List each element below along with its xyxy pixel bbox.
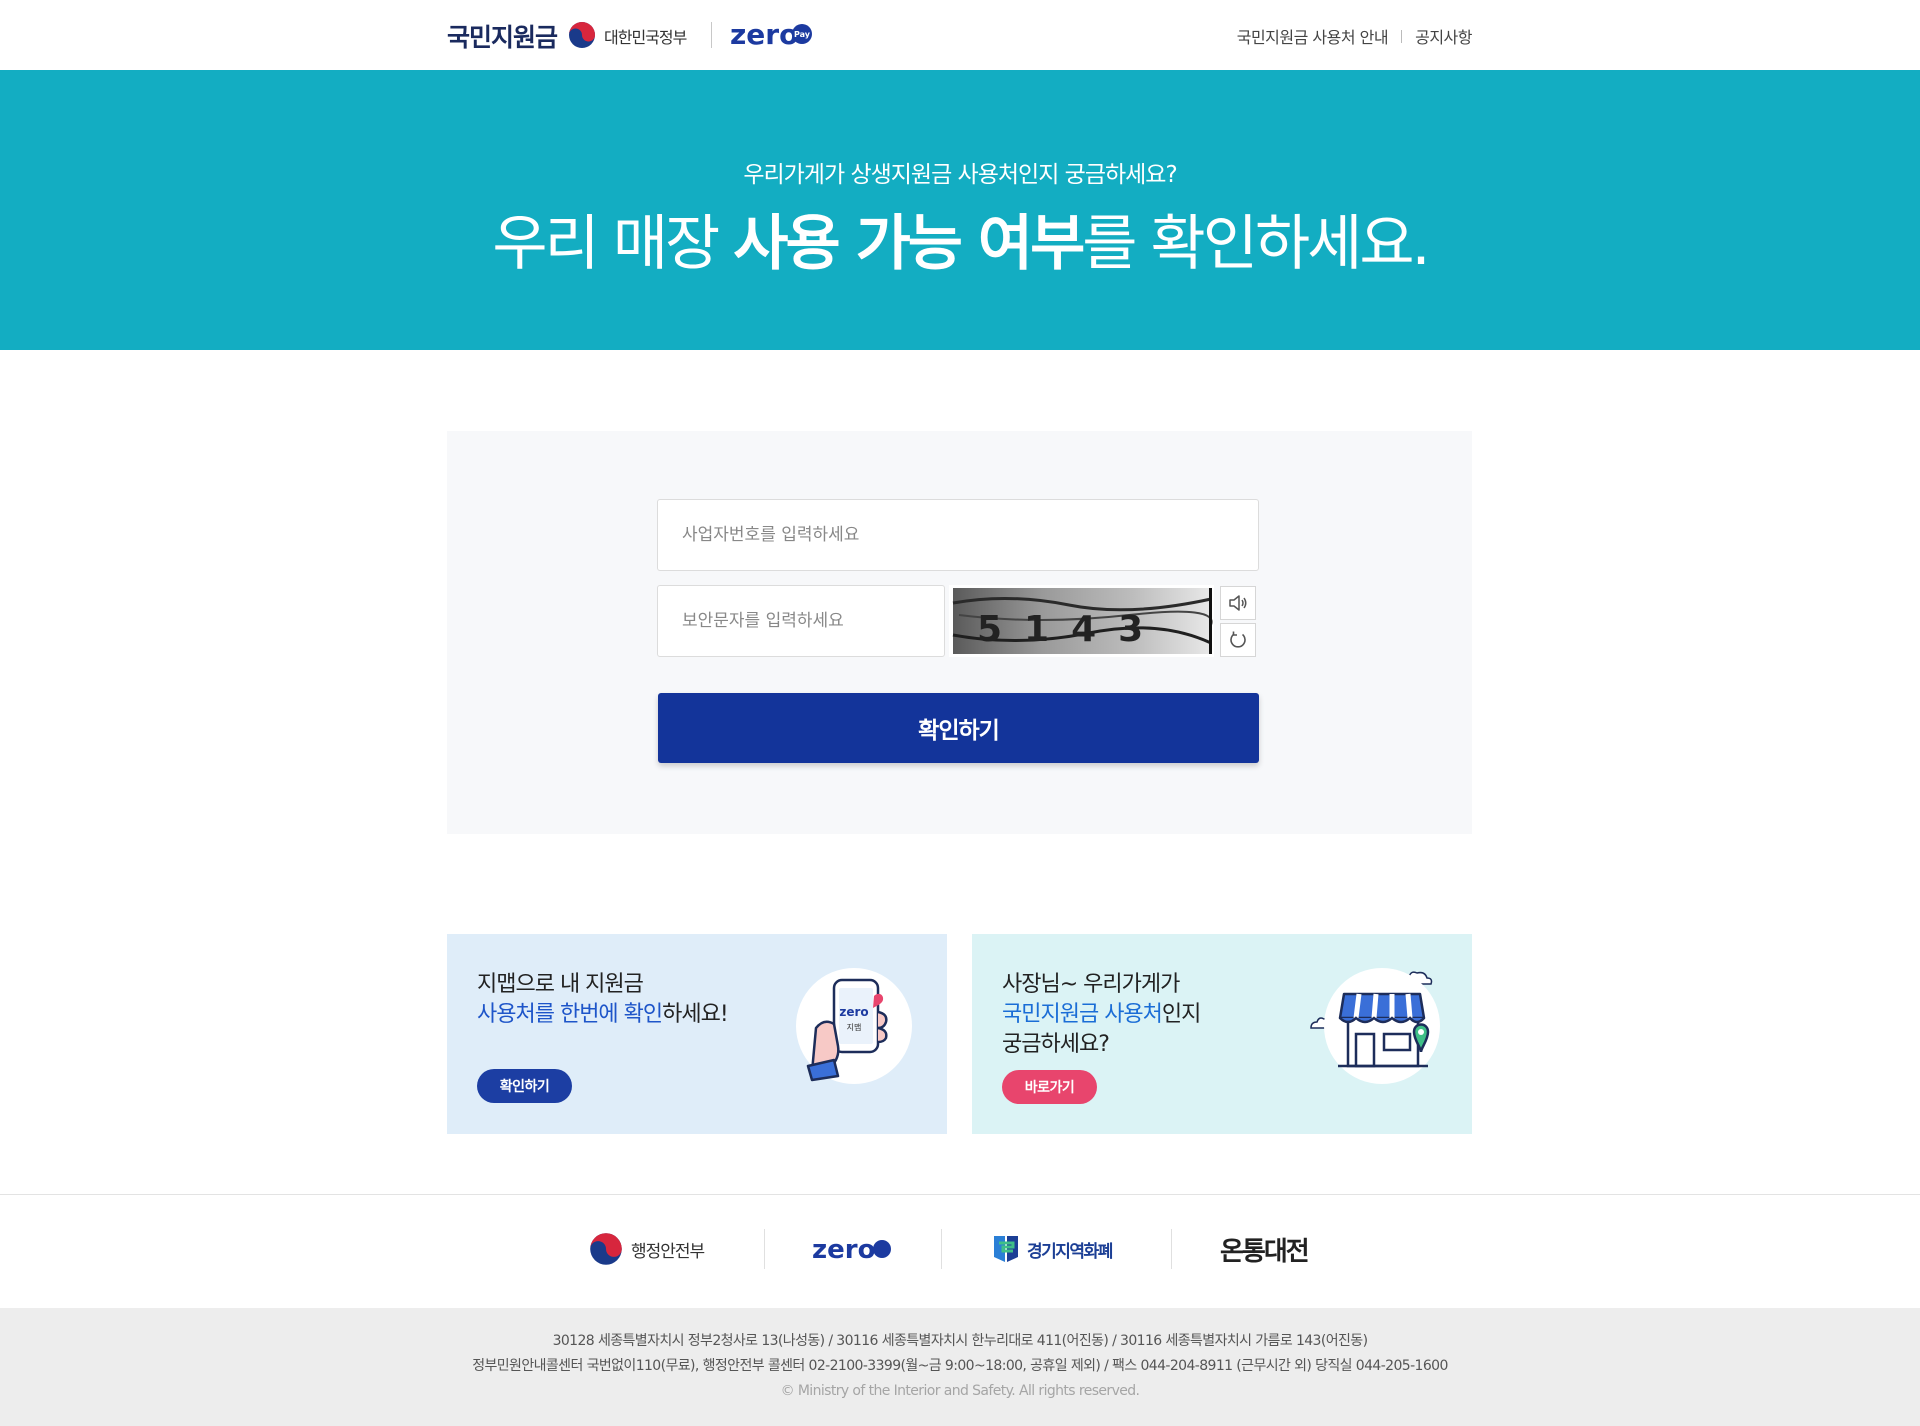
captcha-chars: 5143	[977, 609, 1165, 650]
hero-banner: 우리가게가 상생지원금 사용처인지 궁금하세요? 우리 매장 사용 가능 여부를…	[0, 70, 1920, 350]
phone-zero-text: zero	[839, 1005, 868, 1019]
gmap-line2: 사용처를 한번에 확인하세요!	[477, 1000, 729, 1030]
store-line2-rest: 인지	[1161, 1002, 1201, 1027]
site-header: 국민지원금 대한민국정부 zero Pay 국민지원금 사용처 안내 공지사항	[0, 0, 1920, 70]
footer-copyright: © Ministry of the Interior and Safety. A…	[780, 1383, 1140, 1399]
partner-divider	[1171, 1229, 1172, 1269]
partner-gyeonggi-label: 경기지역화폐	[1027, 1241, 1113, 1262]
site-logo[interactable]: 국민지원금	[447, 18, 558, 54]
nav-separator	[1401, 29, 1403, 43]
captcha-image: 5143	[949, 585, 1214, 657]
zeropay-partner-logo: zero	[812, 1235, 891, 1265]
zeropay-logo[interactable]: zero Pay	[730, 16, 814, 52]
nav-usage-guide[interactable]: 국민지원금 사용처 안내	[1237, 24, 1389, 48]
store-banner-text: 사장님~ 우리가게가 국민지원금 사용처인지 궁금하세요?	[1002, 970, 1201, 1060]
captcha-audio-button[interactable]	[1220, 586, 1256, 620]
store-line2-highlight: 국민지원금 사용처	[1002, 1002, 1163, 1027]
nav-notice[interactable]: 공지사항	[1415, 24, 1472, 48]
hero-title-bold: 사용 가능 여부	[733, 209, 1085, 279]
partner-zeropay[interactable]: zero	[812, 1231, 894, 1267]
partner-divider	[764, 1229, 765, 1269]
hero-title-pre: 우리 매장	[492, 209, 734, 279]
confirm-button[interactable]: 확인하기	[658, 693, 1259, 763]
partner-mois[interactable]: 행정안전부	[589, 1231, 705, 1267]
phone-map-icon: zero 지맵	[806, 978, 888, 1082]
hero-title-post: 를 확인하세요.	[1082, 209, 1430, 279]
gmap-banner-text: 지맵으로 내 지원금 사용처를 한번에 확인하세요!	[477, 970, 729, 1030]
store-go-button[interactable]: 바로가기	[1002, 1070, 1097, 1104]
zeropay-logo-text: zero	[730, 18, 798, 51]
partner-mois-label: 행정안전부	[631, 1241, 705, 1262]
gmap-line2-highlight: 사용처를 한번에 확인	[477, 1002, 663, 1027]
store-banner[interactable]: 사장님~ 우리가게가 국민지원금 사용처인지 궁금하세요? 바로가기	[972, 934, 1472, 1134]
partner-ontong-label: 온통대전	[1220, 1236, 1310, 1267]
partner-zero-text: zero	[812, 1235, 875, 1265]
captcha-input[interactable]	[657, 585, 945, 657]
speaker-icon	[1229, 595, 1247, 611]
partner-gyeonggi[interactable]: 경기지역화폐	[991, 1231, 1113, 1267]
lookup-panel: 5143 확인하기	[447, 431, 1472, 834]
store-line3: 궁금하세요?	[1002, 1032, 1110, 1057]
partner-ontong[interactable]: 온통대전	[1220, 1231, 1310, 1267]
gov-label: 대한민국정부	[604, 28, 687, 47]
top-nav: 국민지원금 사용처 안내 공지사항	[1237, 24, 1473, 48]
captcha-refresh-button[interactable]	[1220, 623, 1256, 657]
hero-title: 우리 매장 사용 가능 여부를 확인하세요.	[0, 195, 1920, 282]
store-illustration	[1324, 968, 1440, 1084]
refresh-icon	[1230, 631, 1246, 648]
partner-divider	[941, 1229, 942, 1269]
taegeuk-emblem-icon	[569, 22, 595, 48]
footer-address: 30128 세종특별자치시 정부2청사로 13(나성동) / 30116 세종특…	[552, 1333, 1368, 1349]
phone-gmap-text: 지맵	[847, 1022, 862, 1032]
partner-strip: 행정안전부 zero 경기지역화폐 온통대전	[0, 1194, 1920, 1308]
gmap-line2-rest: 하세요!	[662, 1002, 729, 1027]
footer-contact: 정부민원안내콜센터 국번없이110(무료), 행정안전부 콜센터 02-2100…	[472, 1358, 1448, 1374]
business-number-input[interactable]	[657, 499, 1259, 571]
gmap-line1: 지맵으로 내 지원금	[477, 972, 644, 997]
store-line1: 사장님~ 우리가게가	[1002, 972, 1180, 997]
gmap-banner[interactable]: 지맵으로 내 지원금 사용처를 한번에 확인하세요! 확인하기 zero 지맵	[447, 934, 947, 1134]
store-line2: 국민지원금 사용처인지	[1002, 1000, 1201, 1030]
gmap-check-button[interactable]: 확인하기	[477, 1069, 572, 1103]
gyeonggi-logo-icon	[994, 1236, 1018, 1262]
site-footer: 30128 세종특별자치시 정부2청사로 13(나성동) / 30116 세종특…	[0, 1308, 1920, 1426]
phone-illustration: zero 지맵	[796, 968, 912, 1084]
header-divider	[711, 22, 712, 48]
store-icon	[1338, 992, 1430, 1068]
hero-subtitle: 우리가게가 상생지원금 사용처인지 궁금하세요?	[743, 162, 1177, 188]
mois-emblem-icon	[590, 1233, 622, 1265]
pay-badge-text: Pay	[794, 30, 811, 39]
